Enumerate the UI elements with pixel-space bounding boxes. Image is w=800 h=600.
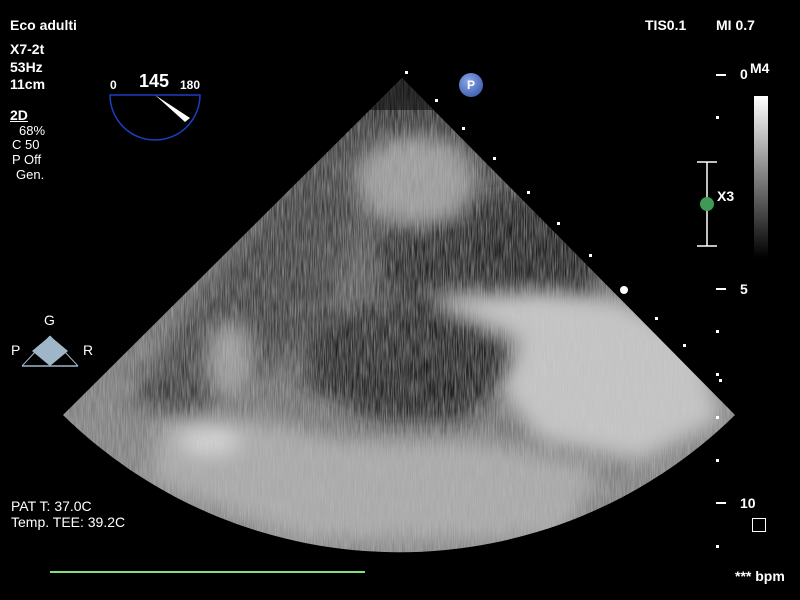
orientation-left: P — [11, 342, 21, 358]
probe-label: X7-2t — [10, 41, 45, 57]
depth-tick — [557, 222, 560, 225]
depth-scale-tick — [716, 373, 719, 376]
ultrasound-sector — [63, 78, 735, 553]
patient-temp: PAT T: 37.0C — [11, 498, 92, 514]
probe-badge-icon: P — [459, 73, 483, 97]
depth-tick — [405, 71, 408, 74]
depth-scale-tick — [716, 330, 719, 333]
mode-label: 2D — [10, 107, 28, 123]
angle-value: 145 — [139, 71, 170, 91]
angle-max: 180 — [180, 78, 201, 92]
preset-label: Eco adulti — [10, 17, 77, 33]
depth-scale-mark — [716, 502, 726, 504]
depth-tick — [527, 191, 530, 194]
resolution-value: Gen. — [16, 167, 45, 182]
depth-scale-tick — [716, 416, 719, 419]
depth-tick — [435, 99, 438, 102]
tee-temp: Temp. TEE: 39.2C — [11, 514, 126, 530]
depth-tick — [719, 379, 722, 382]
ecg-trace-line — [50, 571, 365, 573]
depth-scale-mark — [716, 288, 726, 290]
zoom-bracket — [697, 161, 717, 247]
depth-tick — [589, 254, 592, 257]
depth-scale-tick — [716, 459, 719, 462]
depth-tick — [493, 157, 496, 160]
frame-rate-label: 53Hz — [10, 59, 43, 75]
depth-tick — [655, 317, 658, 320]
orientation-top: G — [44, 312, 55, 328]
angle-indicator — [109, 94, 201, 141]
orientation-right: R — [83, 342, 94, 358]
compression-value: C 50 — [12, 137, 40, 152]
map-label: M4 — [750, 60, 770, 76]
focus-marker-icon[interactable] — [700, 197, 714, 211]
depth-10-label: 10 — [740, 495, 756, 511]
depth-0-label: 0 — [740, 66, 748, 82]
ultrasound-view — [21, 78, 735, 553]
zoom-label: X3 — [717, 188, 735, 204]
grayscale-bar — [754, 96, 768, 258]
angle-min: 0 — [110, 78, 117, 92]
heart-rate: *** bpm — [735, 568, 785, 584]
gain-value: 68% — [19, 123, 46, 138]
orientation-icon — [21, 335, 79, 367]
depth-tick — [462, 127, 465, 130]
focal-dot — [620, 286, 628, 294]
depth-tick — [683, 344, 686, 347]
depth-label: 11cm — [10, 76, 46, 92]
mi-label: MI 0.7 — [716, 17, 755, 33]
depth-scale-mark — [716, 74, 726, 76]
tis-label: TIS0.1 — [645, 17, 687, 33]
depth-scale-tick — [716, 116, 719, 119]
freeze-square-icon[interactable] — [752, 518, 766, 532]
depth-scale-tick — [716, 545, 719, 548]
angle-needle — [155, 95, 190, 122]
persistence-value: P Off — [12, 152, 42, 167]
depth-5-label: 5 — [740, 281, 748, 297]
